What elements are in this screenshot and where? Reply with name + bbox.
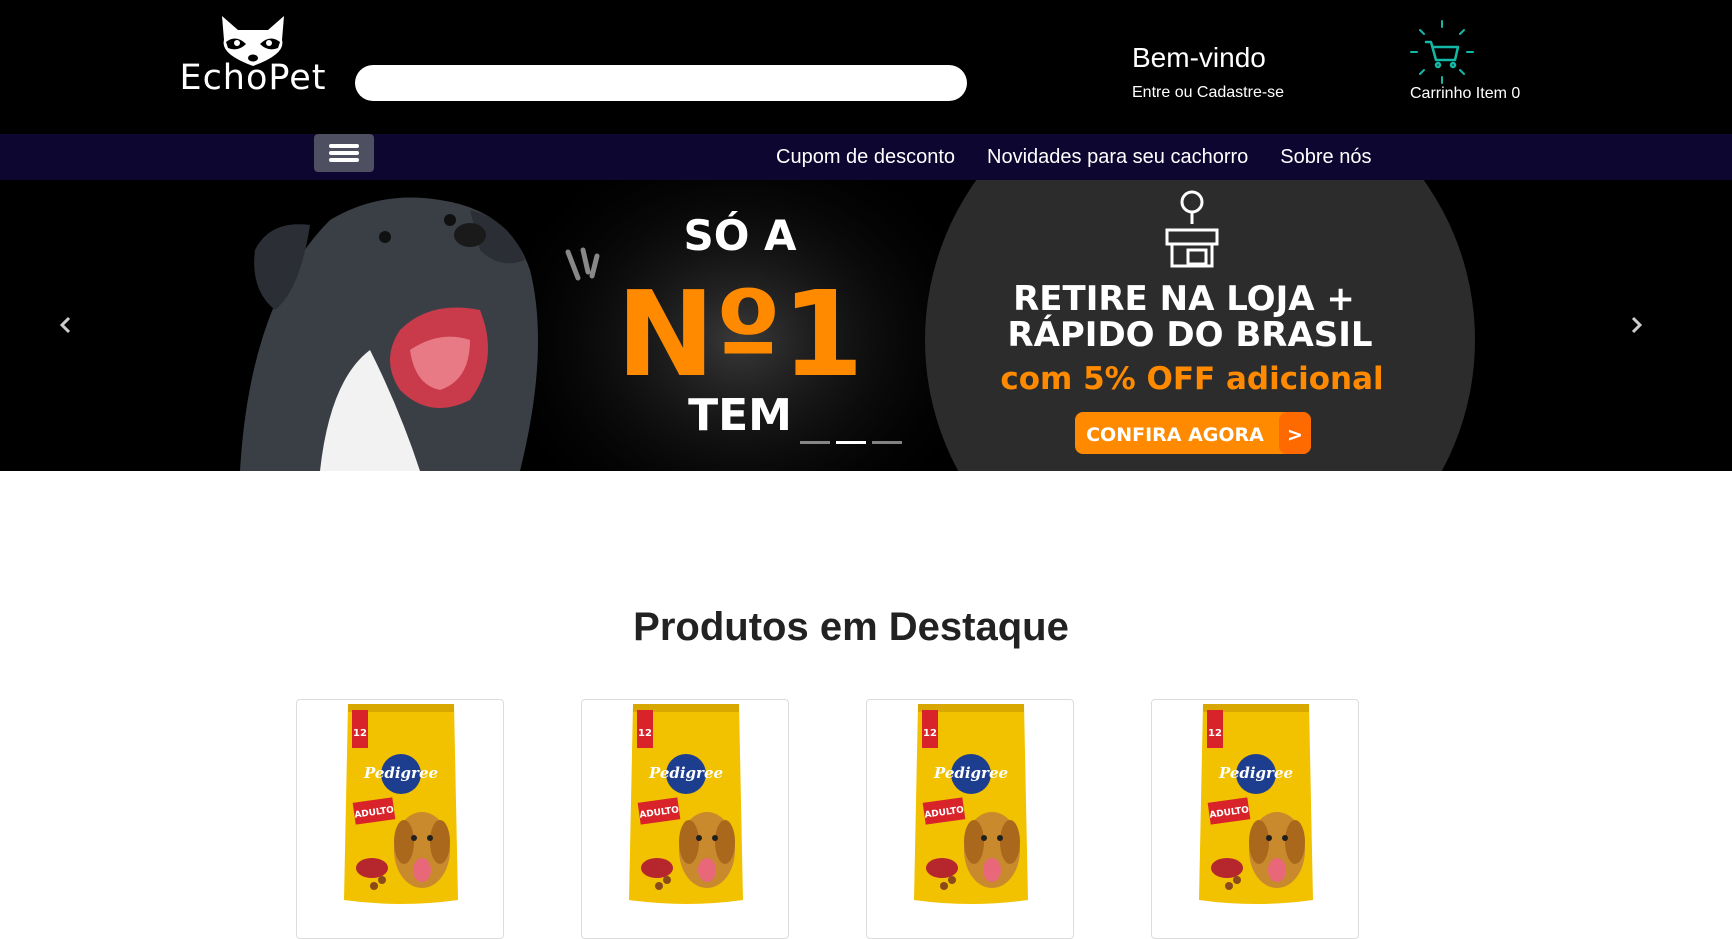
banner-cta-button: CONFIRA AGORA > xyxy=(1075,412,1311,454)
carousel-indicator-1[interactable] xyxy=(800,441,830,444)
carousel-indicator-2[interactable] xyxy=(836,441,866,444)
carousel-next-button[interactable] xyxy=(1616,305,1656,345)
svg-text:Pedigree: Pedigree xyxy=(363,764,438,782)
product-image: 12PedigreeADULTO xyxy=(344,704,458,904)
product-card[interactable]: 12 Pedigree ADULTO xyxy=(1151,699,1359,939)
chevron-left-icon xyxy=(59,316,71,334)
banner-line2: Nº1 xyxy=(616,265,863,403)
nav-link-about[interactable]: Sobre nós xyxy=(1280,146,1371,169)
banner-offer: com 5% OFF adicional xyxy=(1000,361,1383,397)
carousel-prev-button[interactable] xyxy=(46,305,86,345)
svg-text:12: 12 xyxy=(1208,728,1222,739)
svg-text:12: 12 xyxy=(353,728,367,739)
product-image: 12PedigreeADULTO xyxy=(629,704,743,904)
nav-link-coupon[interactable]: Cupom de desconto xyxy=(776,146,955,169)
svg-text:12: 12 xyxy=(638,728,652,739)
svg-text:12: 12 xyxy=(923,728,937,739)
login-register-link[interactable]: Entre ou Cadastre-se xyxy=(1132,84,1284,102)
main-nav: Cupom de desconto Novidades para seu cac… xyxy=(0,134,1732,180)
shopping-cart-icon xyxy=(1410,20,1474,84)
hamburger-menu-button[interactable] xyxy=(314,134,374,172)
svg-text:Pedigree: Pedigree xyxy=(648,764,723,782)
cart-label[interactable]: Carrinho Item 0 xyxy=(1410,85,1520,103)
welcome-title: Bem-vindo xyxy=(1132,42,1266,73)
site-header: EchoPet Bem-vindo Entre ou Cadastre-se C… xyxy=(0,0,1732,134)
carousel-indicators xyxy=(800,441,902,444)
banner-headline2: RÁPIDO DO BRASIL xyxy=(1007,314,1372,355)
product-image: 12PedigreeADULTO xyxy=(1199,704,1313,904)
welcome-block: Bem-vindo Entre ou Cadastre-se xyxy=(1132,42,1284,102)
hamburger-icon-bar xyxy=(329,158,359,162)
svg-text:Pedigree: Pedigree xyxy=(933,764,1008,782)
promo-carousel: SÓ A Nº1 TEM RETIRE NA LOJA + RÁPIDO DO … xyxy=(0,180,1732,471)
echopet-logo[interactable]: EchoPet xyxy=(178,14,328,98)
svg-text:Pedigree: Pedigree xyxy=(1218,764,1293,782)
product-card[interactable]: 12 Pedigree ADULTO xyxy=(296,699,504,939)
promo-banner[interactable]: SÓ A Nº1 TEM RETIRE NA LOJA + RÁPIDO DO … xyxy=(0,180,1732,471)
banner-line3: TEM xyxy=(688,390,792,441)
nav-links: Cupom de desconto Novidades para seu cac… xyxy=(776,134,1403,180)
nav-link-news[interactable]: Novidades para seu cachorro xyxy=(987,146,1248,169)
featured-title: Produtos em Destaque xyxy=(633,605,1069,649)
chevron-right-icon xyxy=(1631,316,1643,334)
hamburger-icon-bar xyxy=(329,151,359,155)
banner-cta-arrow: > xyxy=(1287,424,1303,446)
product-card[interactable]: 12 Pedigree ADULTO xyxy=(866,699,1074,939)
search-input[interactable] xyxy=(355,65,967,101)
carousel-indicator-3[interactable] xyxy=(872,441,902,444)
product-image: 12PedigreeADULTO xyxy=(914,704,1028,904)
banner-line1: SÓ A xyxy=(683,210,797,260)
hamburger-icon xyxy=(329,144,359,148)
product-card[interactable]: 12 Pedigree ADULTO xyxy=(581,699,789,939)
logo-text: EchoPet xyxy=(179,58,327,98)
banner-cta-label: CONFIRA AGORA xyxy=(1086,424,1264,446)
banner-headline1: RETIRE NA LOJA + xyxy=(1013,279,1355,319)
